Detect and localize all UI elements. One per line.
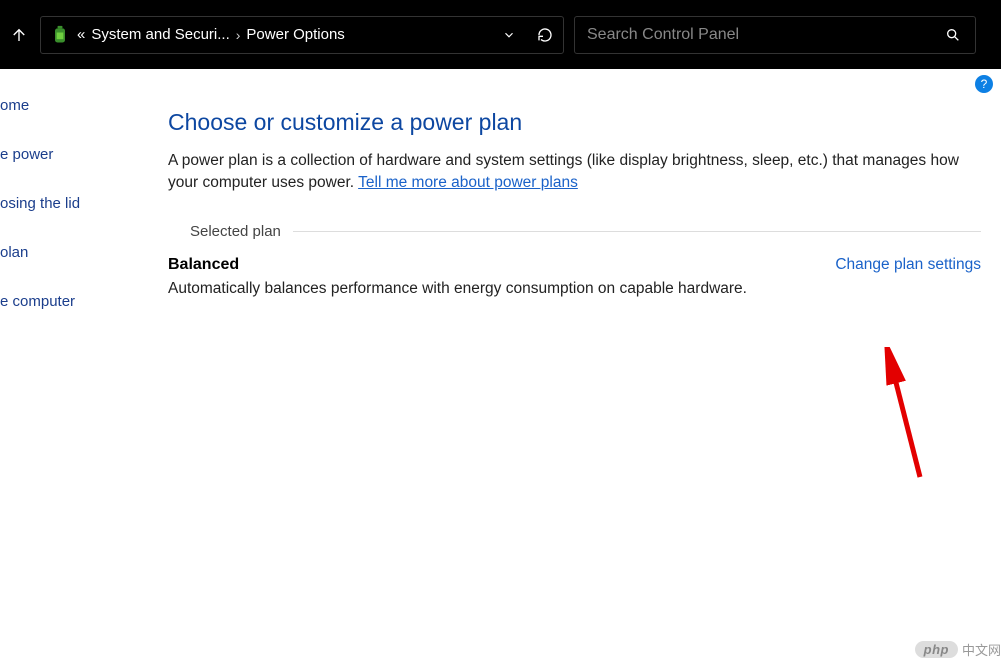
sidebar-item-lid[interactable]: osing the lid — [0, 191, 140, 216]
refresh-icon[interactable] — [535, 25, 555, 45]
watermark-badge: php — [915, 641, 958, 658]
plan-name: Balanced — [168, 256, 747, 274]
breadcrumb-prefix: « — [77, 26, 85, 43]
page-description: A power plan is a collection of hardware… — [168, 150, 981, 195]
plan-info: Balanced Automatically balances performa… — [168, 256, 747, 298]
address-bar[interactable]: « System and Securi... › Power Options — [40, 16, 564, 54]
change-plan-settings-link[interactable]: Change plan settings — [835, 256, 981, 274]
plan-row: Balanced Automatically balances performa… — [168, 256, 981, 298]
up-icon[interactable] — [6, 22, 32, 48]
content-area: Choose or customize a power plan A power… — [140, 69, 1001, 667]
sidebar-item-plan[interactable]: olan — [0, 240, 140, 265]
sidebar-item-power[interactable]: e power — [0, 142, 140, 167]
search-bar[interactable] — [574, 16, 976, 54]
sidebar-item-home[interactable]: ome — [0, 93, 140, 118]
breadcrumb-part-1[interactable]: System and Securi... — [91, 26, 229, 43]
search-icon[interactable] — [943, 25, 963, 45]
watermark: php 中文网 — [915, 640, 1001, 659]
main: ? ome e power osing the lid olan e compu… — [0, 69, 1001, 667]
section-label: Selected plan — [190, 223, 281, 240]
section-header: Selected plan — [168, 223, 981, 240]
breadcrumb[interactable]: « System and Securi... › Power Options — [77, 26, 493, 43]
power-options-icon — [49, 24, 71, 46]
section-divider — [293, 231, 981, 232]
plan-description: Automatically balances performance with … — [168, 280, 747, 298]
sidebar: ome e power osing the lid olan e compute… — [0, 69, 140, 667]
chevron-down-icon[interactable] — [499, 25, 519, 45]
sidebar-item-computer[interactable]: e computer — [0, 289, 140, 314]
learn-more-link[interactable]: Tell me more about power plans — [358, 174, 578, 191]
topbar: « System and Securi... › Power Options — [0, 0, 1001, 69]
breadcrumb-part-2[interactable]: Power Options — [246, 26, 344, 43]
chevron-right-icon: › — [236, 27, 241, 43]
search-input[interactable] — [587, 26, 943, 44]
watermark-text: 中文网 — [962, 640, 1001, 659]
page-title: Choose or customize a power plan — [168, 109, 981, 136]
